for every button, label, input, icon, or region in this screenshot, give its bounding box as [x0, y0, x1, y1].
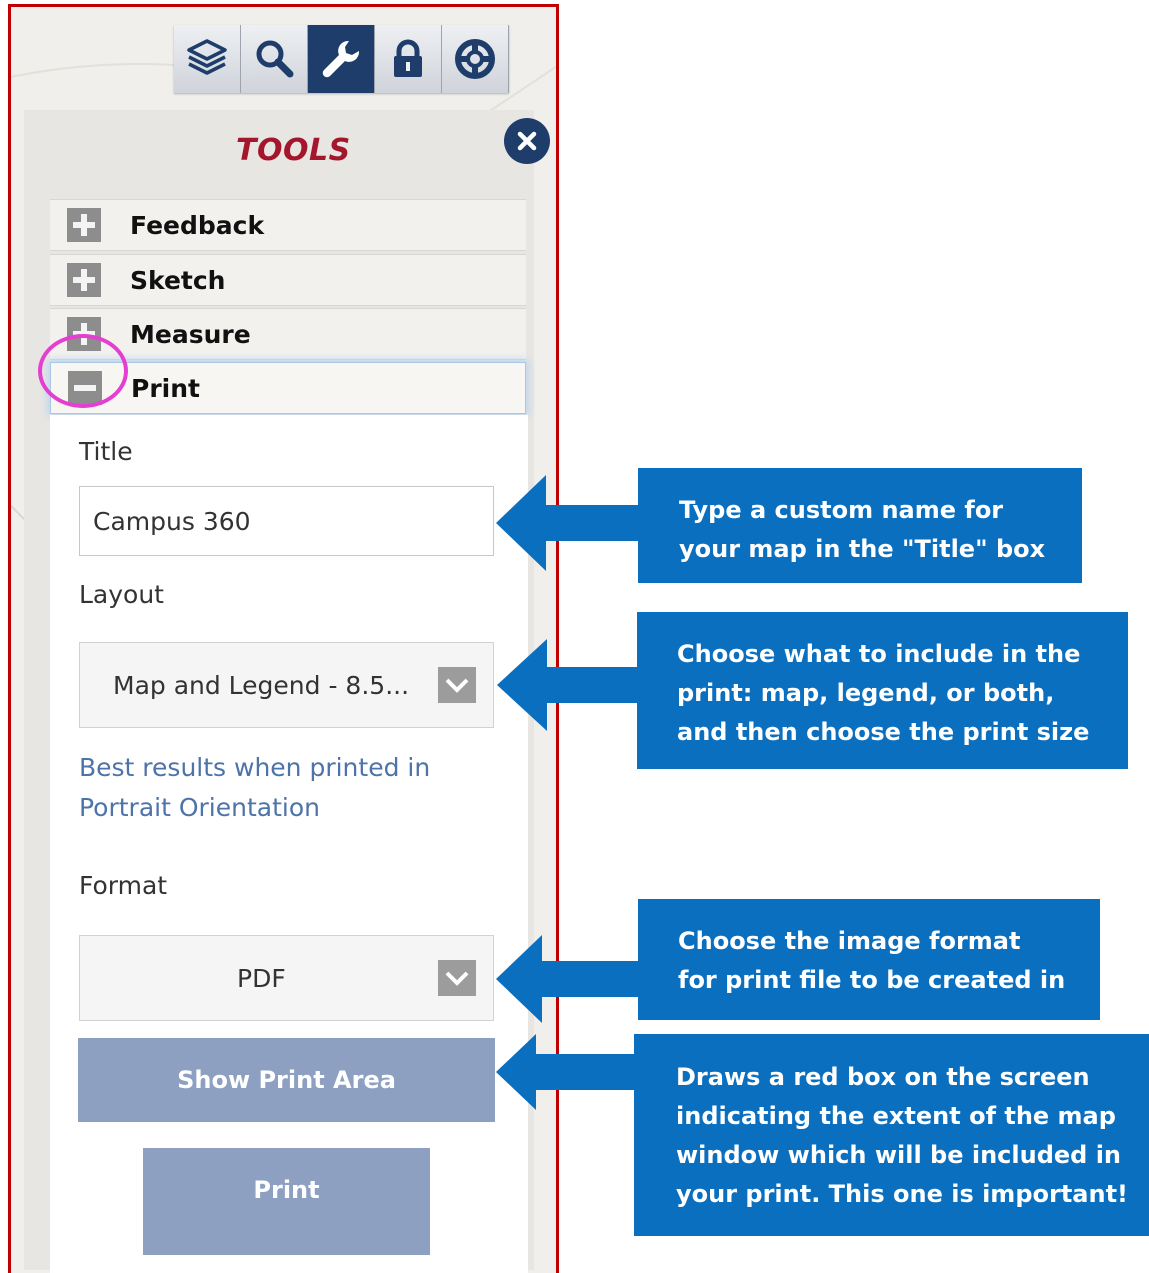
format-dropdown-button[interactable] — [438, 960, 476, 996]
callout-line: and then choose the print size — [677, 718, 1090, 746]
title-callout-arrow — [496, 475, 642, 571]
chevron-down-icon — [445, 971, 469, 986]
close-icon — [517, 131, 537, 151]
tools-button[interactable] — [308, 25, 375, 93]
orientation-hint: Best results when printed in Portrait Or… — [79, 753, 431, 822]
callout-line: Draws a red box on the screen — [676, 1063, 1090, 1091]
highlight-circle-annotation — [38, 334, 128, 408]
format-callout: Choose the image format for print file t… — [638, 899, 1100, 1020]
format-field-label: Format — [79, 871, 168, 900]
help-button[interactable] — [442, 25, 509, 93]
callout-line: your map in the "Title" box — [679, 535, 1046, 563]
callout-line: for print file to be created in — [678, 966, 1066, 994]
title-callout: Type a custom name for your map in the "… — [638, 468, 1082, 583]
accordion-feedback[interactable]: Feedback — [50, 199, 526, 251]
close-button[interactable] — [504, 118, 550, 164]
callout-line: window which will be included in — [676, 1141, 1122, 1169]
show-print-area-button[interactable]: Show Print Area — [78, 1038, 495, 1122]
layers-button[interactable] — [174, 25, 241, 93]
layout-select-value: Map and Legend - 8.5... — [113, 671, 410, 700]
layout-callout-arrow — [497, 639, 638, 731]
callout-line: Choose the image format — [678, 927, 1021, 955]
layout-field-label: Layout — [79, 580, 164, 609]
show-area-callout: Draws a red box on the screen indicating… — [634, 1034, 1149, 1236]
print-button[interactable]: Print — [143, 1148, 430, 1255]
top-toolbar — [174, 25, 509, 93]
callout-line: your print. This one is important! — [676, 1180, 1128, 1208]
title-field-label: Title — [79, 437, 133, 466]
layout-select[interactable]: Map and Legend - 8.5... — [79, 642, 494, 728]
format-select[interactable]: PDF — [79, 935, 494, 1021]
search-icon — [256, 40, 294, 78]
callout-line: Type a custom name for — [679, 496, 1004, 524]
title-input-value: Campus 360 — [93, 506, 251, 536]
lock-icon — [394, 39, 422, 77]
format-callout-arrow — [496, 935, 639, 1023]
accordion-sketch[interactable]: Sketch — [50, 254, 526, 306]
expand-plus-icon — [67, 263, 101, 297]
layout-callout: Choose what to include in the print: map… — [637, 612, 1128, 769]
panel-title: TOOLS — [236, 133, 351, 168]
accordion-label: Sketch — [130, 265, 226, 295]
title-input[interactable]: Campus 360 — [79, 486, 494, 556]
callout-line: print: map, legend, or both, — [677, 679, 1055, 707]
accordion-label: Measure — [130, 319, 251, 349]
layers-icon — [187, 39, 227, 75]
chevron-down-icon — [445, 678, 469, 693]
wrench-icon — [322, 40, 360, 78]
callout-line: Choose what to include in the — [677, 640, 1081, 668]
lock-button[interactable] — [375, 25, 442, 93]
callout-line: indicating the extent of the map — [676, 1102, 1116, 1130]
lifebuoy-icon — [455, 39, 495, 79]
accordion-label: Print — [131, 373, 200, 403]
layout-dropdown-button[interactable] — [438, 667, 476, 703]
expand-plus-icon — [67, 208, 101, 242]
accordion-label: Feedback — [130, 210, 265, 240]
search-button[interactable] — [241, 25, 308, 93]
show-area-callout-arrow — [496, 1034, 637, 1110]
format-select-value: PDF — [237, 964, 286, 993]
